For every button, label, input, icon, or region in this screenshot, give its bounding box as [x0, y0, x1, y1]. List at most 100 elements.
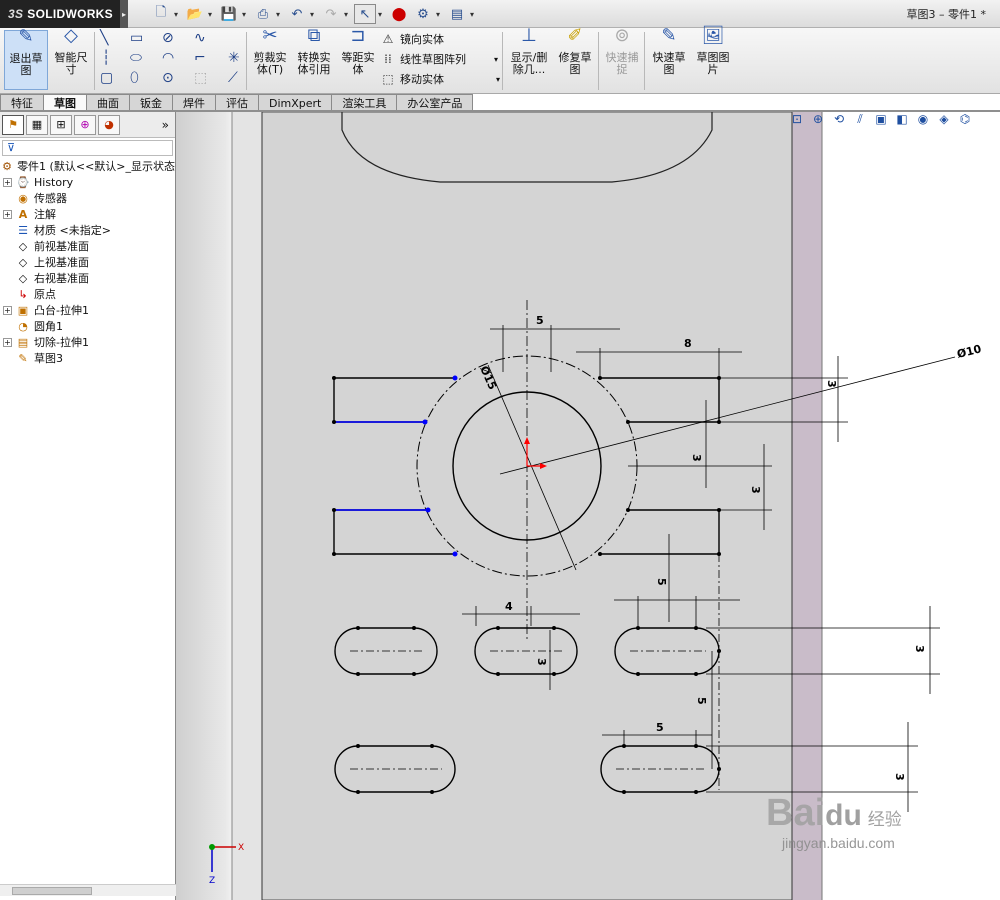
expand-icon[interactable]: + [3, 177, 12, 187]
text-sketch-icon[interactable]: ⬚ [194, 70, 207, 86]
tab-weldments[interactable]: 焊件 [172, 94, 216, 111]
property-manager-tab-icon[interactable]: ▦ [26, 114, 48, 135]
dim-3-bottom[interactable]: 3 [893, 773, 906, 781]
dim-8[interactable]: 8 [684, 337, 692, 350]
undo-icon[interactable]: ↶ [286, 4, 308, 24]
arc-icon[interactable]: ◠ [162, 50, 174, 66]
display-manager-tab-icon[interactable]: ◕ [98, 114, 120, 135]
dim-5-mid[interactable]: 5 [655, 578, 668, 586]
expand-icon[interactable]: + [3, 305, 12, 315]
print-dropdown-icon[interactable]: ▾ [276, 4, 284, 24]
slot-icon[interactable]: ⬭ [130, 50, 142, 66]
view-orientation-icon[interactable]: ▣ [872, 112, 890, 128]
filter-icon[interactable]: ⊽ [2, 140, 173, 156]
display-delete-relations-button[interactable]: ⊥ 显示/删 除几... [506, 27, 552, 90]
tree-item-annotations[interactable]: + A 注解 [0, 206, 175, 222]
expand-icon[interactable]: + [3, 209, 12, 219]
select-icon[interactable]: ↖ [354, 4, 376, 24]
smart-dimension-button[interactable]: ◇ 智能尺 寸 [50, 27, 92, 90]
more-tabs-icon[interactable]: » [162, 118, 169, 132]
appearance-icon[interactable]: ◈ [935, 112, 953, 128]
tree-item-boss-extrude1[interactable]: + ▣ 凸台-拉伸1 [0, 302, 175, 318]
rebuild-icon[interactable]: ⬤ [388, 4, 410, 24]
dim-phi10[interactable]: Ø10 [956, 342, 983, 361]
dim-5-bottom[interactable]: 5 [656, 721, 664, 734]
undo-dropdown-icon[interactable]: ▾ [310, 4, 318, 24]
plane-sketch-icon[interactable]: ⊙ [162, 70, 174, 86]
dim-3-slot[interactable]: 3 [535, 658, 548, 666]
hide-show-icon[interactable]: ◉ [914, 112, 932, 128]
polygon-icon[interactable]: ▢ [100, 70, 113, 86]
display-style-icon[interactable]: ◧ [893, 112, 911, 128]
circle-icon[interactable]: ⊘ [162, 30, 174, 46]
tree-item-history[interactable]: + ⌚ History [0, 174, 175, 190]
dim-3-a[interactable]: 3 [825, 380, 838, 388]
convert-entities-button[interactable]: ⧉ 转换实 体引用 [292, 27, 336, 90]
tree-item-right-plane[interactable]: ◇ 右视基准面 [0, 270, 175, 286]
dim-3-right[interactable]: 3 [913, 645, 926, 653]
spline-icon[interactable]: ∿ [194, 30, 206, 46]
tab-features[interactable]: 特征 [0, 94, 44, 111]
save-icon[interactable]: 💾 [218, 4, 240, 24]
menu-flyout-arrow-icon[interactable]: ▸ [120, 0, 128, 28]
feature-tree-tab-icon[interactable]: ⚑ [2, 114, 24, 135]
tree-item-cut-extrude1[interactable]: + ▤ 切除-拉伸1 [0, 334, 175, 350]
options-dropdown-icon[interactable]: ▾ [436, 4, 444, 24]
redo-icon[interactable]: ↷ [320, 4, 342, 24]
solidworks-logo[interactable]: 3S SOLIDWORKS [0, 0, 120, 28]
tree-item-front-plane[interactable]: ◇ 前视基准面 [0, 238, 175, 254]
new-icon[interactable]: 🗋 [150, 4, 172, 24]
rapid-sketch-button[interactable]: ✎ 快速草 图 [648, 27, 690, 90]
section-view-icon[interactable]: ⫽ [851, 112, 869, 128]
previous-view-icon[interactable]: ⟲ [830, 112, 848, 128]
mirror-entities-button[interactable]: ⚠ 镜向实体 [380, 30, 444, 48]
point-icon[interactable]: ✳ [228, 50, 240, 66]
repair-sketch-button[interactable]: ✐ 修复草 图 [554, 27, 596, 90]
tab-render-tools[interactable]: 渲染工具 [331, 94, 398, 111]
quick-snaps-button[interactable]: ⊚ 快速捕 捉 [602, 27, 642, 90]
graphics-area[interactable]: 5 8 Ø10 Ø15 3 3 3 4 5 3 3 5 5 3 X Z ⊡ ⊕ … [176, 112, 1000, 900]
zoom-to-area-icon[interactable]: ⊕ [809, 112, 827, 128]
trim-entities-button[interactable]: ✂ 剪裁实 体(T) [250, 27, 290, 90]
zoom-to-fit-icon[interactable]: ⊡ [788, 112, 806, 128]
offset-entities-button[interactable]: ⊐ 等距实 体 [338, 27, 378, 90]
tab-sketch[interactable]: 草图 [43, 94, 87, 111]
tree-item-sketch3[interactable]: ✎ 草图3 [0, 350, 175, 366]
tab-evaluate[interactable]: 评估 [215, 94, 259, 111]
configuration-manager-tab-icon[interactable]: ⊞ [50, 114, 72, 135]
tab-office-products[interactable]: 办公室产品 [396, 94, 474, 111]
linear-pattern-dropdown-icon[interactable]: ▾ [494, 55, 498, 64]
customize-dropdown-icon[interactable]: ▾ [470, 4, 478, 24]
dim-3-b[interactable]: 3 [690, 454, 703, 462]
rectangle-icon[interactable]: ▭ [130, 30, 143, 46]
tree-item-material[interactable]: ☰ 材质 <未指定> [0, 222, 175, 238]
dim-4[interactable]: 4 [505, 600, 513, 613]
sketch-picture-button[interactable]: 🖼 草图图 片 [692, 27, 734, 90]
horizontal-scrollbar[interactable] [0, 884, 176, 896]
redo-dropdown-icon[interactable]: ▾ [344, 4, 352, 24]
linear-pattern-button[interactable]: ⁞⁞ 线性草图阵列 ▾ [380, 50, 498, 68]
new-dropdown-icon[interactable]: ▾ [174, 4, 182, 24]
apply-scene-icon[interactable]: ⌬ [956, 112, 974, 128]
open-dropdown-icon[interactable]: ▾ [208, 4, 216, 24]
line-icon[interactable]: ╲ [100, 30, 108, 46]
tree-item-fillet1[interactable]: ◔ 圆角1 [0, 318, 175, 334]
select-dropdown-icon[interactable]: ▾ [378, 4, 386, 24]
tree-item-top-plane[interactable]: ◇ 上视基准面 [0, 254, 175, 270]
exit-sketch-button[interactable]: ✎ 退出草 图 [4, 28, 48, 90]
options-icon[interactable]: ⚙ [412, 4, 434, 24]
move-dropdown-icon[interactable]: ▾ [496, 75, 500, 84]
open-icon[interactable]: 📂 [184, 4, 206, 24]
dim-3-c[interactable]: 3 [749, 486, 762, 494]
dim-5-vert[interactable]: 5 [695, 697, 708, 705]
scrollbar-thumb[interactable] [12, 887, 92, 895]
construction-icon[interactable]: ⟋ [228, 70, 238, 86]
tab-sheet-metal[interactable]: 钣金 [129, 94, 173, 111]
ellipse-icon[interactable]: ⬯ [130, 70, 139, 86]
customize-icon[interactable]: ▤ [446, 4, 468, 24]
dim-5-top[interactable]: 5 [536, 314, 544, 327]
tab-dimxpert[interactable]: DimXpert [258, 94, 333, 111]
tree-item-origin[interactable]: ↳ 原点 [0, 286, 175, 302]
move-entities-button[interactable]: ⬚ 移动实体 ▾ [380, 70, 500, 88]
fillet-sketch-icon[interactable]: ⌐ [194, 50, 206, 66]
